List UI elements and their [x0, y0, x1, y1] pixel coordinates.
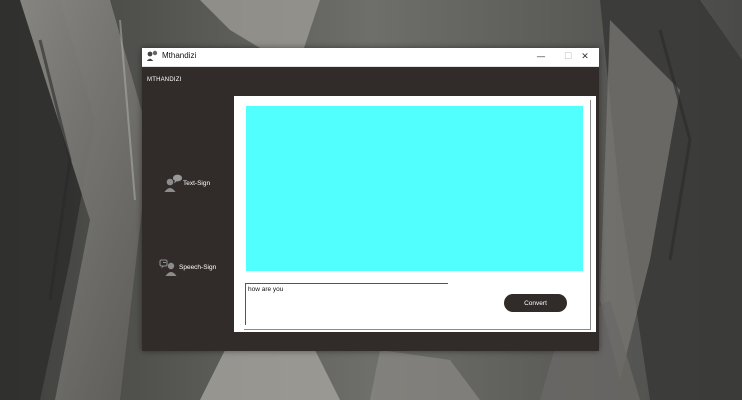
speech-sign-icon — [159, 259, 177, 276]
sign-display-area — [246, 106, 583, 271]
window-title: Mthandizi — [162, 51, 197, 60]
app-header: MTHANDIZI — [147, 77, 182, 83]
close-button[interactable]: ✕ — [571, 48, 599, 66]
panel-border-bottom — [244, 329, 591, 330]
panel-border-right — [590, 100, 591, 330]
minimize-button[interactable]: — — [527, 48, 555, 66]
text-input[interactable]: how are you — [245, 283, 448, 325]
person-sign-icon — [146, 50, 158, 61]
title-bar[interactable]: Mthandizi — ☐ ✕ — [142, 48, 599, 67]
sidebar-item-label: Text-Sign — [183, 179, 211, 187]
sidebar-item-text-sign[interactable]: Text-Sign — [163, 173, 210, 193]
main-panel: how are you Convert — [234, 96, 596, 332]
sidebar-item-speech-sign[interactable]: Speech-Sign — [159, 257, 216, 277]
sidebar-item-label: Speech-Sign — [179, 263, 217, 271]
text-sign-icon — [164, 174, 183, 192]
app-window: Mthandizi — ☐ ✕ MTHANDIZI Text-Sign Spee… — [142, 48, 599, 351]
convert-button[interactable]: Convert — [504, 294, 567, 312]
